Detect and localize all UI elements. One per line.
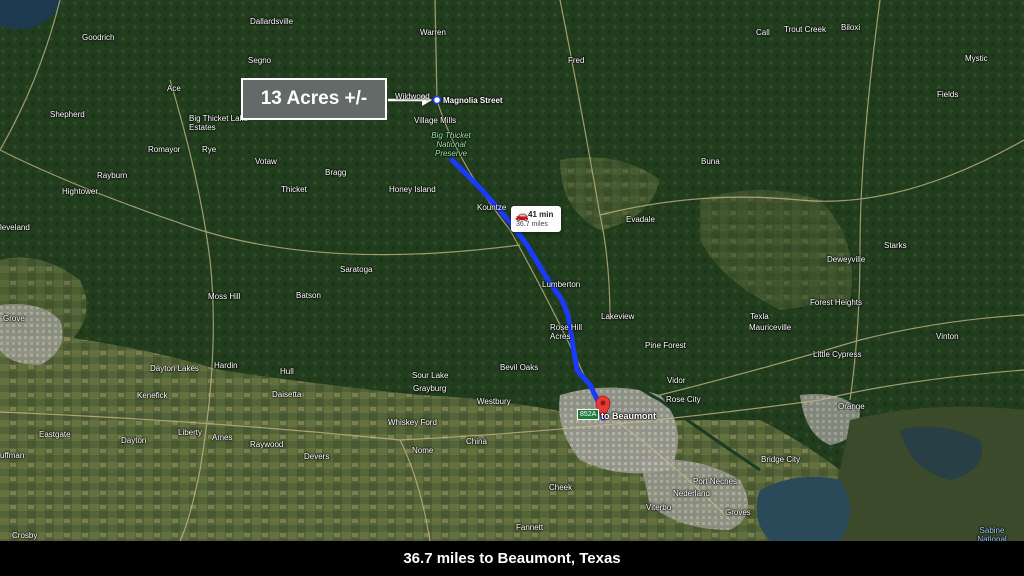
place-label: Westbury bbox=[477, 397, 511, 406]
place-label: Village Mills bbox=[414, 116, 457, 125]
route-info-box[interactable]: 🚗 41 min 36.7 miles bbox=[511, 206, 561, 232]
place-label: Fred bbox=[568, 56, 585, 65]
place-label: Devers bbox=[304, 452, 330, 461]
acreage-callout-label: 13 Acres +/- bbox=[260, 88, 368, 109]
place-label: Bragg bbox=[325, 168, 347, 177]
acreage-callout: 13 Acres +/- bbox=[241, 78, 387, 120]
place-label: Lakeview bbox=[601, 312, 635, 321]
place-label: Viterbo bbox=[646, 503, 672, 512]
place-label: Daisetta bbox=[272, 390, 302, 399]
place-label: Rose Hill Acres bbox=[550, 323, 583, 341]
place-label: Grove bbox=[3, 314, 25, 323]
place-label: Liberty bbox=[178, 428, 203, 437]
caption-bar: 36.7 miles to Beaumont, Texas bbox=[0, 541, 1024, 576]
place-label: Romayor bbox=[148, 145, 181, 154]
place-label: Shepherd bbox=[50, 110, 85, 119]
place-label: Big Thicket Lake Estates bbox=[189, 114, 248, 132]
place-label: Vidor bbox=[667, 376, 686, 385]
place-label: Call bbox=[756, 28, 770, 37]
place-label: Batson bbox=[296, 291, 321, 300]
place-label: Moss Hill bbox=[208, 292, 241, 301]
sabine-lake bbox=[756, 476, 850, 541]
place-label: uffman bbox=[0, 451, 25, 460]
route-time: 41 min bbox=[528, 210, 554, 219]
place-label: Warren bbox=[420, 28, 446, 37]
place-label: Ames bbox=[212, 433, 233, 442]
place-label: Starks bbox=[884, 241, 907, 250]
place-label: Dayton Lakes bbox=[150, 364, 199, 373]
place-label: Dayton bbox=[121, 436, 147, 445]
place-label: leveland bbox=[0, 223, 30, 232]
place-label: Crosby bbox=[12, 531, 38, 540]
place-label: Mystic bbox=[965, 54, 988, 63]
place-label: Eastgate bbox=[39, 430, 71, 439]
place-label: Saratoga bbox=[340, 265, 373, 274]
place-label: Nome bbox=[412, 446, 434, 455]
place-label: Pine Forest bbox=[645, 341, 686, 350]
place-label: Cheek bbox=[549, 483, 573, 492]
place-label: Grayburg bbox=[413, 384, 447, 393]
place-label: Lumberton bbox=[542, 280, 581, 289]
place-label: Votaw bbox=[255, 157, 277, 166]
place-label: Thicket bbox=[281, 185, 307, 194]
place-label: Rose City bbox=[666, 395, 701, 404]
place-label: Bridge City bbox=[761, 455, 801, 464]
place-label: Hull bbox=[280, 367, 294, 376]
place-label: Buna bbox=[701, 157, 720, 166]
place-label: Wildwood bbox=[395, 92, 430, 101]
place-label: Biloxi bbox=[841, 23, 861, 32]
place-label: Sour Lake bbox=[412, 371, 449, 380]
place-label: Mauriceville bbox=[749, 323, 792, 332]
place-label: Groves bbox=[725, 508, 751, 517]
caption-text: 36.7 miles to Beaumont, Texas bbox=[403, 550, 621, 567]
park-label: Big Thicket National Preserve bbox=[431, 131, 471, 158]
property-marker bbox=[432, 95, 442, 105]
place-label: Fields bbox=[937, 90, 959, 99]
place-label: Fannett bbox=[516, 523, 544, 532]
place-label: Rayburn bbox=[97, 171, 128, 180]
place-label: Honey Island bbox=[389, 185, 436, 194]
place-label: Trout Creek bbox=[784, 25, 826, 34]
property-marker-label: Magnolia Street bbox=[443, 96, 503, 105]
place-label: Hightower bbox=[62, 187, 99, 196]
place-label: Evadale bbox=[626, 215, 655, 224]
place-label: Whiskey Ford bbox=[388, 418, 437, 427]
place-label: Deweyville bbox=[827, 255, 866, 264]
place-label: Rye bbox=[202, 145, 217, 154]
place-label: Ace bbox=[167, 84, 181, 93]
place-label: Port Neches bbox=[693, 477, 738, 486]
place-label: Bevil Oaks bbox=[500, 363, 539, 372]
exit-shield: 852A bbox=[577, 409, 600, 420]
place-label: Forest Heights bbox=[810, 298, 863, 307]
place-label: Raywood bbox=[250, 440, 284, 449]
satellite-map[interactable] bbox=[0, 0, 1024, 541]
place-label: Orange bbox=[838, 402, 865, 411]
place-label: Kountze bbox=[477, 203, 507, 212]
place-label: China bbox=[466, 437, 487, 446]
place-label: Dallardsville bbox=[250, 17, 294, 26]
place-label: Goodrich bbox=[82, 33, 115, 42]
place-label: Texla bbox=[750, 312, 769, 321]
place-label: Hardin bbox=[214, 361, 238, 370]
place-label: Kenefick bbox=[137, 391, 168, 400]
place-label: Vinton bbox=[936, 332, 959, 341]
destination-label: to Beaumont bbox=[601, 411, 656, 421]
place-label: Nederland bbox=[673, 489, 710, 498]
place-label: Little Cypress bbox=[813, 350, 862, 359]
route-distance: 36.7 miles bbox=[516, 221, 548, 228]
map-view[interactable]: Dallardsville Warren Goodrich Segno Fred… bbox=[0, 0, 1024, 576]
place-label: Segno bbox=[248, 56, 272, 65]
